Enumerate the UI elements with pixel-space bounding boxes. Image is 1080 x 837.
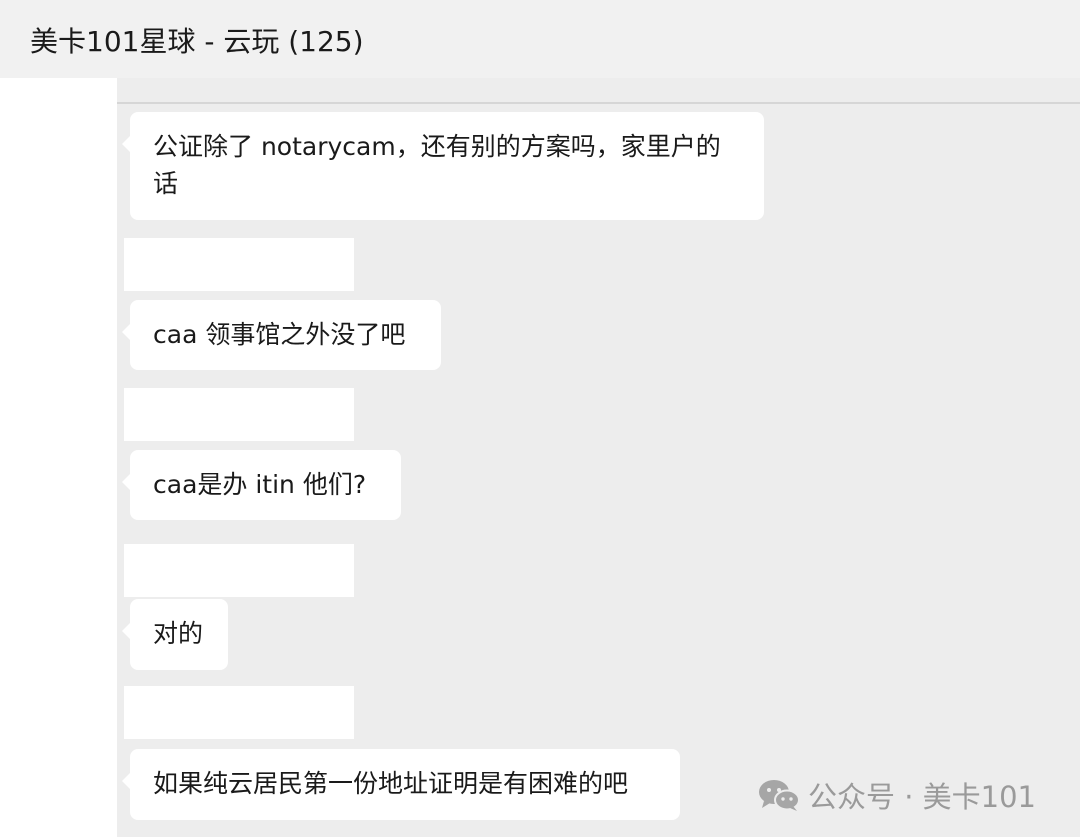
left-sidebar-strip — [0, 78, 117, 837]
chat-header: 美卡101星球 - 云玩 (125) — [0, 0, 1080, 78]
message-bubble[interactable]: 如果纯云居民第一份地址证明是有困难的吧 — [122, 749, 680, 820]
redacted-sender-name — [124, 686, 354, 739]
redacted-sender-name — [124, 544, 354, 597]
watermark: 公众号 · 美卡101 — [758, 775, 1036, 815]
chat-window: 美卡101星球 - 云玩 (125) 公证除了 notarycam，还有别的方案… — [0, 0, 1080, 837]
message-list[interactable]: 公证除了 notarycam，还有别的方案吗，家里户的话 caa 领事馆之外没了… — [117, 78, 1080, 837]
message-text: 对的 — [153, 619, 204, 648]
message-bubble[interactable]: caa 领事馆之外没了吧 — [122, 300, 441, 370]
redacted-sender-name — [124, 388, 354, 441]
redacted-sender-name — [124, 238, 354, 291]
wechat-icon — [759, 780, 800, 811]
message-text: caa 领事馆之外没了吧 — [153, 320, 406, 349]
message-bubble[interactable]: 公证除了 notarycam，还有别的方案吗，家里户的话 — [122, 112, 764, 220]
watermark-text: 公众号 · 美卡101 — [808, 780, 1037, 814]
message-bubble[interactable]: 对的 — [122, 599, 228, 670]
header-divider — [117, 102, 1080, 104]
message-bubble[interactable]: caa是办 itin 他们? — [122, 450, 401, 520]
message-text: caa是办 itin 他们? — [153, 470, 367, 499]
message-text: 公证除了 notarycam，还有别的方案吗，家里户的话 — [153, 132, 721, 198]
chat-title: 美卡101星球 - 云玩 (125) — [30, 25, 364, 58]
message-text: 如果纯云居民第一份地址证明是有困难的吧 — [153, 769, 629, 798]
